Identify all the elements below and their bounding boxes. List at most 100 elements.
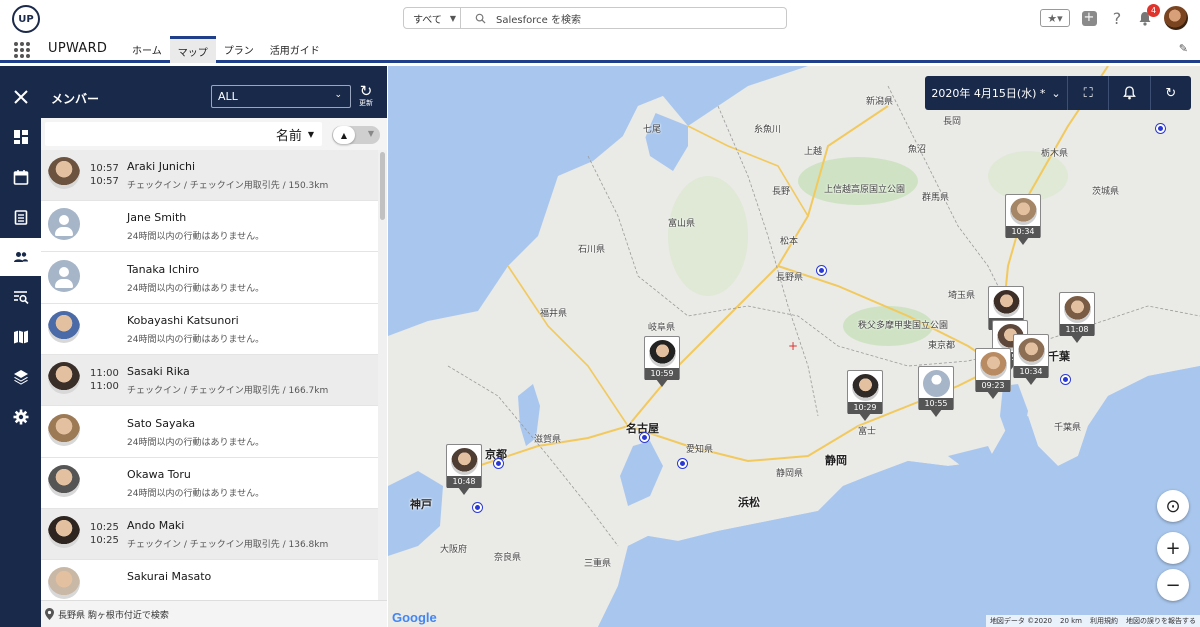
marker-pointer bbox=[1025, 377, 1037, 385]
rail-members[interactable] bbox=[0, 238, 41, 276]
member-name: Jane Smith bbox=[127, 211, 187, 225]
member-row[interactable]: 11:00 11:00 Sasaki Rika チェックイン / チェックイン用取引先… bbox=[41, 355, 378, 407]
map-place-label: 浜松 bbox=[738, 496, 760, 509]
terms-link[interactable]: 利用規約 bbox=[1090, 616, 1118, 626]
member-map-marker[interactable]: 10:48 bbox=[446, 444, 482, 496]
rail-search-list[interactable] bbox=[0, 278, 41, 316]
map-view[interactable]: 新潟県新潟長岡七尾糸魚川上越魚沼栃木県群馬県上信越高原国立公園長野富山県石川県茨… bbox=[388, 66, 1200, 627]
global-search-input[interactable]: Salesforce を検索 bbox=[461, 7, 787, 29]
caret-down-icon: ▼ bbox=[449, 13, 457, 23]
account-location-pin[interactable] bbox=[494, 459, 503, 468]
account-location-pin[interactable] bbox=[473, 503, 482, 512]
report-error-link[interactable]: 地図の誤りを報告する bbox=[1126, 616, 1196, 626]
user-avatar[interactable] bbox=[1164, 6, 1188, 30]
map-place-label: 長野県 bbox=[776, 273, 804, 283]
time-out: 10:57 bbox=[90, 176, 119, 187]
account-location-pin[interactable] bbox=[1061, 375, 1070, 384]
member-map-marker[interactable]: 11:08 bbox=[1059, 292, 1095, 344]
location-footer-text: 長野県 駒ヶ根市付近で検索 bbox=[58, 610, 169, 621]
help-button[interactable]: ? bbox=[1108, 8, 1126, 28]
tab-map[interactable]: マップ bbox=[169, 36, 216, 63]
member-panel: メンバー ALL ⌄ ↻ 更新 名前 ▼ ▲ ▼ 10:57 10:57 Araki… bbox=[41, 66, 387, 627]
member-map-marker[interactable]: 10:34 bbox=[1005, 194, 1041, 246]
alert-button[interactable] bbox=[1109, 76, 1151, 110]
checkin-times: 10:25 10:25 bbox=[90, 521, 120, 547]
time-in: 11:00 bbox=[90, 368, 119, 380]
zoom-in-button[interactable]: + bbox=[1157, 532, 1189, 564]
member-map-marker[interactable]: 10:29 bbox=[847, 370, 883, 422]
member-row[interactable]: Sato Sayaka 24時間以内の行動はありません。 bbox=[41, 406, 378, 458]
global-actions-button[interactable]: + bbox=[1080, 9, 1098, 27]
tab-home[interactable]: ホーム bbox=[124, 36, 170, 63]
tab-plan[interactable]: プラン bbox=[216, 36, 262, 63]
member-row[interactable]: Sakurai Masato bbox=[41, 560, 378, 600]
member-map-marker[interactable]: 10:55 bbox=[918, 366, 954, 418]
marker-pointer bbox=[859, 413, 871, 421]
app-launcher-icon[interactable] bbox=[14, 42, 30, 58]
member-row[interactable]: Jane Smith 24時間以内の行動はありません。 bbox=[41, 201, 378, 253]
zoom-out-button[interactable]: − bbox=[1157, 569, 1189, 601]
account-location-pin[interactable] bbox=[817, 266, 826, 275]
map-place-label: 静岡 bbox=[825, 454, 847, 467]
member-list-scrollbar[interactable] bbox=[378, 150, 387, 600]
location-footer[interactable]: 長野県 駒ヶ根市付近で検索 bbox=[41, 600, 387, 627]
member-map-marker[interactable]: 09:23 bbox=[975, 348, 1011, 400]
map-place-label: 群馬県 bbox=[922, 193, 950, 203]
rail-layers[interactable] bbox=[0, 358, 41, 396]
rail-map[interactable] bbox=[0, 318, 41, 356]
member-map-marker[interactable]: 10:59 bbox=[644, 336, 680, 388]
rail-settings[interactable] bbox=[0, 398, 41, 436]
map-place-label: 松本 bbox=[780, 237, 799, 247]
favorites-button[interactable]: ★▾ bbox=[1040, 9, 1070, 27]
member-status: チェックイン / チェックイン用取引先 / 150.3km bbox=[127, 181, 329, 191]
sort-field-select[interactable]: 名前 ▼ bbox=[45, 122, 322, 146]
map-place-label: 秩父多摩甲斐国立公園 bbox=[858, 321, 949, 331]
map-refresh-button[interactable]: ↻ bbox=[1151, 76, 1191, 110]
member-filter-select[interactable]: ALL ⌄ bbox=[211, 85, 351, 108]
member-row[interactable]: 10:57 10:57 Araki Junichi チェックイン / チェックイン用取… bbox=[41, 150, 378, 201]
marker-pointer bbox=[930, 409, 942, 417]
notifications-button[interactable]: 4 bbox=[1136, 4, 1160, 27]
default-avatar-icon bbox=[48, 208, 80, 241]
refresh-button[interactable]: ↻ 更新 bbox=[355, 84, 377, 108]
member-map-marker[interactable]: 10:34 bbox=[1013, 334, 1049, 386]
route-button[interactable]: ⛶ bbox=[1068, 76, 1110, 110]
map-place-label: 糸魚川 bbox=[754, 125, 782, 135]
marker-pointer bbox=[987, 391, 999, 399]
nav-tabs: ホーム マップ プラン 活用ガイド bbox=[124, 36, 328, 63]
date-picker[interactable]: 2020年 4月15日(水) * ⌄ bbox=[925, 76, 1068, 110]
member-avatar bbox=[48, 464, 80, 497]
people-icon bbox=[13, 252, 28, 262]
marker-avatar bbox=[1010, 198, 1037, 225]
rail-checklist[interactable] bbox=[0, 198, 41, 236]
search-scope-select[interactable]: すべて ▼ bbox=[403, 7, 461, 29]
upward-logo[interactable]: UP bbox=[12, 5, 40, 33]
map-toolbar: 2020年 4月15日(水) * ⌄ ⛶ ↻ bbox=[925, 76, 1191, 110]
member-row[interactable]: 10:25 10:25 Ando Maki チェックイン / チェックイン用取引先 /… bbox=[41, 509, 378, 561]
scrollbar-thumb[interactable] bbox=[380, 152, 385, 220]
rail-dashboard[interactable] bbox=[0, 118, 41, 156]
member-row[interactable]: Kobayashi Katsunori 24時間以内の行動はありません。 bbox=[41, 303, 378, 355]
refresh-icon: ↻ bbox=[1165, 85, 1177, 101]
tab-guide[interactable]: 活用ガイド bbox=[262, 36, 328, 63]
plus-icon: + bbox=[1081, 10, 1097, 26]
sort-order-toggle[interactable]: ▲ ▼ bbox=[332, 126, 380, 144]
member-row[interactable]: Tanaka Ichiro 24時間以内の行動はありません。 bbox=[41, 252, 378, 304]
marker-card: 10:34 bbox=[1005, 194, 1041, 238]
account-location-pin[interactable] bbox=[678, 459, 687, 468]
member-row[interactable]: Okawa Toru 24時間以内の行動はありません。 bbox=[41, 457, 378, 509]
map-scale: 20 km bbox=[1059, 617, 1082, 625]
default-avatar-icon bbox=[48, 259, 80, 292]
map-attribution: 地図データ ©2020 20 km 利用規約 地図の誤りを報告する bbox=[985, 615, 1200, 627]
member-avatar bbox=[48, 310, 80, 343]
account-location-pin[interactable] bbox=[640, 433, 649, 442]
clipboard-icon bbox=[14, 210, 27, 225]
question-icon: ? bbox=[1112, 8, 1122, 28]
account-location-pin[interactable] bbox=[1156, 124, 1165, 133]
rail-calendar[interactable] bbox=[0, 158, 41, 196]
map-place-label: 福井県 bbox=[540, 309, 568, 319]
close-panel-button[interactable] bbox=[0, 78, 41, 116]
edit-nav-icon[interactable]: ✎ bbox=[1179, 42, 1188, 55]
my-location-button[interactable]: ⊙ bbox=[1157, 490, 1189, 522]
member-name: Araki Junichi bbox=[127, 160, 196, 173]
